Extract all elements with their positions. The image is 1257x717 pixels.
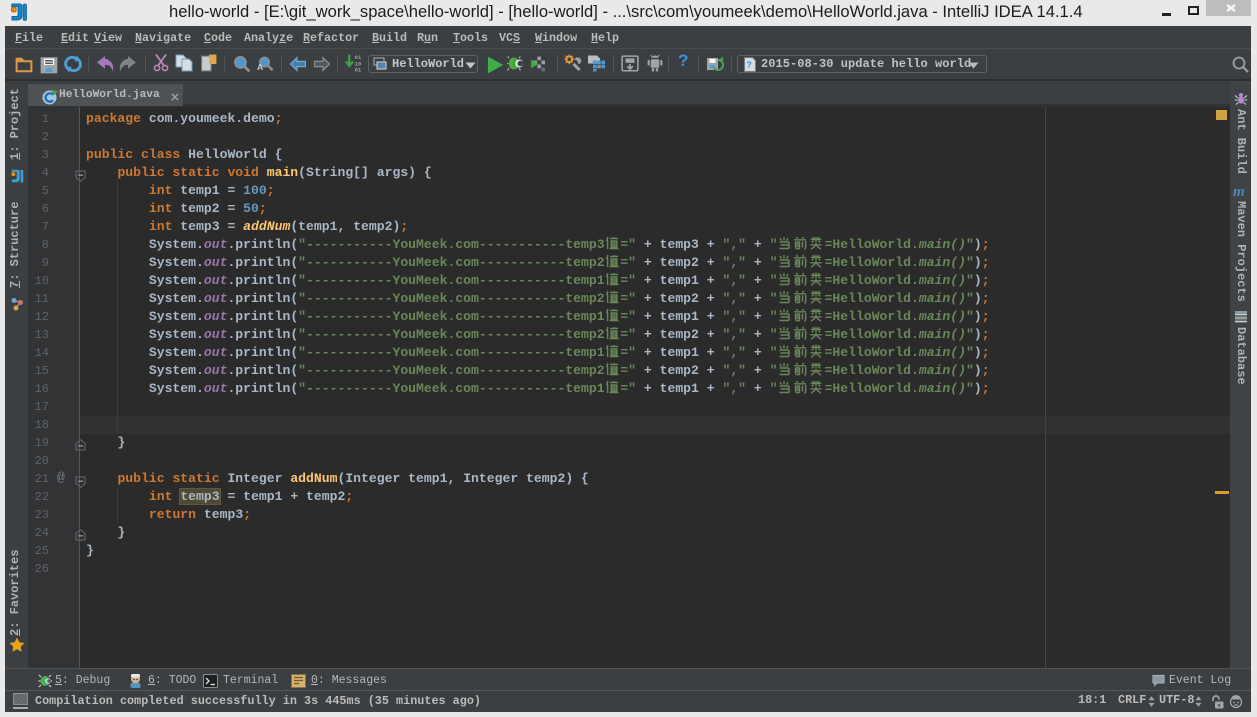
svg-text:?: ?	[747, 61, 752, 71]
svg-text:A: A	[257, 62, 263, 72]
svg-text:01: 01	[354, 67, 361, 72]
